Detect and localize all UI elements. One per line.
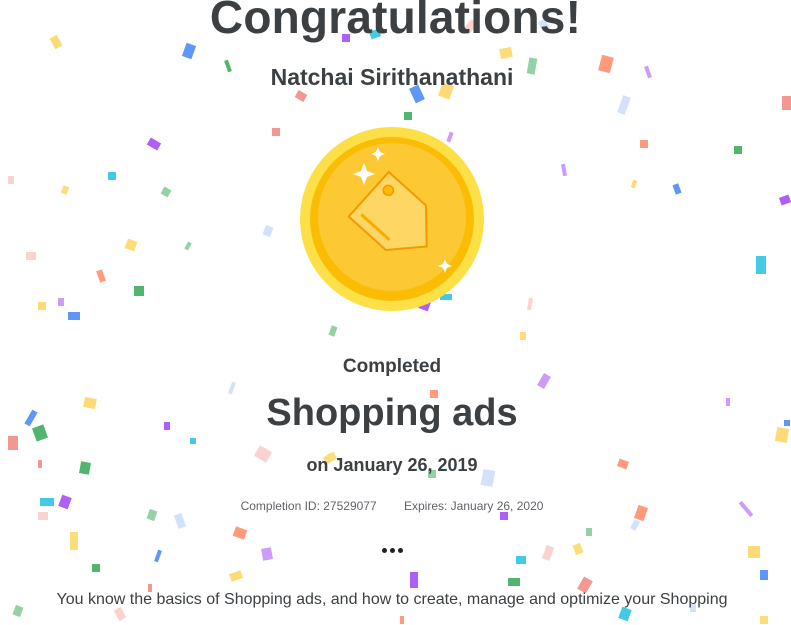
more-dot-icon bbox=[389, 547, 395, 553]
course-description: You know the basics of Shopping ads, and… bbox=[56, 591, 728, 608]
completion-status: Completed bbox=[342, 356, 442, 377]
certificate-meta: Completion ID: 27529077 Expires: January… bbox=[0, 499, 784, 513]
expiry-date: Expires: January 26, 2020 bbox=[404, 499, 544, 513]
recipient-name: Natchai Sirithanathani bbox=[270, 64, 514, 90]
completion-id: Completion ID: 27529077 bbox=[240, 499, 377, 513]
achievement-badge bbox=[298, 125, 486, 313]
course-title: Shopping ads bbox=[266, 392, 518, 434]
congratulations-heading: Congratulations! bbox=[209, 0, 582, 43]
more-dot-icon bbox=[381, 547, 387, 553]
more-dot-icon bbox=[397, 547, 403, 553]
certificate-page: Congratulations! Natchai Sirithanathani bbox=[0, 0, 791, 625]
completion-date: on January 26, 2019 bbox=[306, 455, 478, 475]
coin-icon bbox=[300, 127, 484, 311]
more-options-button[interactable] bbox=[374, 538, 410, 562]
certificate-content: Congratulations! Natchai Sirithanathani bbox=[0, 0, 791, 625]
